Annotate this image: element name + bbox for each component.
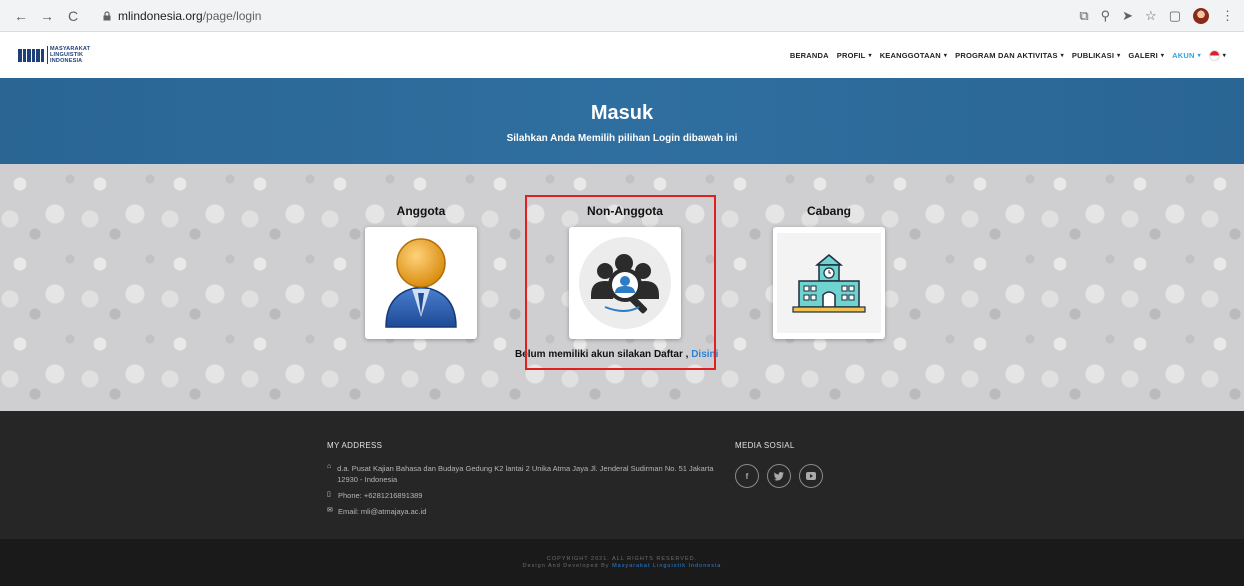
copyright-bar: COPYRIGHT 2021. ALL RIGHTS RESERVED. Des… [0, 539, 1244, 586]
page-subtitle: Silahkan Anda Memilih pilihan Login diba… [506, 133, 738, 144]
youtube-icon[interactable] [799, 464, 823, 488]
anggota-option: Anggota [365, 204, 477, 339]
cabang-option: Cabang [773, 204, 885, 339]
nav-akun[interactable]: AKUN ▾ [1172, 51, 1201, 60]
profile-avatar[interactable] [1193, 7, 1209, 24]
site-footer: MY ADDRESS ⌂ d.a. Pusat Kajian Bahasa da… [0, 411, 1244, 539]
caret-down-icon: ▾ [1222, 52, 1226, 59]
credit-line: Design And Developed By Masyarakat Lingu… [522, 563, 722, 569]
member-user-icon [385, 238, 457, 328]
translate-icon[interactable]: ⧉ [1079, 8, 1088, 24]
page-title: Masuk [590, 102, 654, 124]
sidepanel-icon[interactable]: ▢ [1169, 8, 1181, 24]
credit-brand-link[interactable]: Masyarakat Linguistik Indonesia [612, 563, 721, 569]
indonesia-flag-icon [1208, 49, 1220, 61]
bookmark-star-icon[interactable]: ☆ [1145, 8, 1157, 24]
social-block: MEDIA SOSIAL f [735, 441, 823, 488]
logo-text: MASYARAKAT LINGUISTIK INDONESIA [47, 46, 90, 64]
url-path: /page/login [202, 8, 262, 23]
facebook-icon[interactable]: f [735, 464, 759, 488]
send-icon[interactable]: ➤ [1122, 8, 1133, 24]
non-anggota-option: Non-Anggota [569, 204, 681, 339]
caret-down-icon: ▾ [1197, 52, 1201, 59]
url-domain: mlindonesia.org [118, 8, 203, 23]
caret-down-icon: ▾ [943, 52, 948, 59]
branch-building-icon [777, 233, 881, 333]
site-logo[interactable]: MASYARAKAT LINGUISTIK INDONESIA [18, 46, 90, 64]
address-heading: MY ADDRESS [327, 441, 383, 450]
home-icon: ⌂ [327, 463, 332, 470]
language-selector[interactable]: ▾ [1208, 49, 1226, 61]
logo-mark-icon [18, 48, 44, 62]
forward-icon[interactable]: → [36, 5, 58, 27]
nav-beranda[interactable]: BERANDA [790, 51, 829, 60]
copyright-text: COPYRIGHT 2021. ALL RIGHTS RESERVED. [546, 556, 698, 562]
caret-down-icon: ▾ [1117, 52, 1121, 59]
non-anggota-card[interactable] [569, 227, 681, 339]
email-text: Email: mli@atmajaya.ac.id [338, 507, 427, 516]
address-block: MY ADDRESS ⌂ d.a. Pusat Kajian Bahasa da… [327, 441, 727, 517]
phone-icon: ▯ [327, 491, 331, 498]
browser-menu-icon[interactable]: ⋮ [1221, 8, 1234, 24]
caret-down-icon: ▾ [1060, 52, 1064, 59]
register-link[interactable]: Disini [691, 349, 718, 360]
phone-text: Phone: +6281216891389 [338, 491, 423, 500]
nav-program-dan-aktivitas[interactable]: PROGRAM DAN AKTIVITAS ▾ [955, 51, 1064, 60]
site-header: MASYARAKAT LINGUISTIK INDONESIA BERANDA … [0, 32, 1244, 78]
non-anggota-title: Non-Anggota [587, 204, 663, 218]
register-prompt: Belum memiliki akun silakan Daftar , Dis… [515, 349, 718, 360]
mail-icon: ✉ [327, 507, 333, 514]
caret-down-icon: ▾ [868, 52, 872, 59]
social-heading: MEDIA SOSIAL [735, 441, 795, 450]
caret-down-icon: ▾ [1160, 52, 1165, 59]
page-hero: Masuk Silahkan Anda Memilih pilihan Logi… [0, 78, 1244, 164]
user-search-icon [579, 237, 671, 329]
address-text: d.a. Pusat Kajian Bahasa dan Budaya Gedu… [337, 464, 714, 484]
main-nav: BERANDA PROFIL ▾ KEANGGOTAAN ▾ PROGRAM DAN… [790, 49, 1226, 61]
back-icon[interactable]: ← [10, 5, 32, 27]
cabang-title: Cabang [806, 204, 851, 218]
nav-profil[interactable]: PROFIL ▾ [837, 51, 872, 60]
nav-keanggotaan[interactable]: KEANGGOTAAN ▾ [880, 51, 947, 60]
nav-galeri[interactable]: GALERI ▾ [1128, 51, 1164, 60]
cabang-card[interactable] [773, 227, 885, 339]
twitter-icon[interactable] [767, 464, 791, 488]
nav-publikasi[interactable]: PUBLIKASI ▾ [1072, 51, 1120, 60]
anggota-card[interactable] [365, 227, 477, 339]
reload-icon[interactable]: C [62, 5, 84, 27]
login-options-section: Anggota Non-Anggota Cabang Belum memilik… [0, 164, 1244, 411]
browser-toolbar: ← → C mlindonesia.org/page/login ⧉ ⚲ ➤ ☆… [0, 0, 1244, 32]
zoom-icon[interactable]: ⚲ [1101, 8, 1111, 24]
anggota-title: Anggota [396, 204, 446, 218]
address-bar[interactable]: mlindonesia.org/page/login [94, 4, 269, 28]
lock-icon [103, 10, 111, 20]
register-text: Belum memiliki akun silakan Daftar , [515, 349, 692, 360]
